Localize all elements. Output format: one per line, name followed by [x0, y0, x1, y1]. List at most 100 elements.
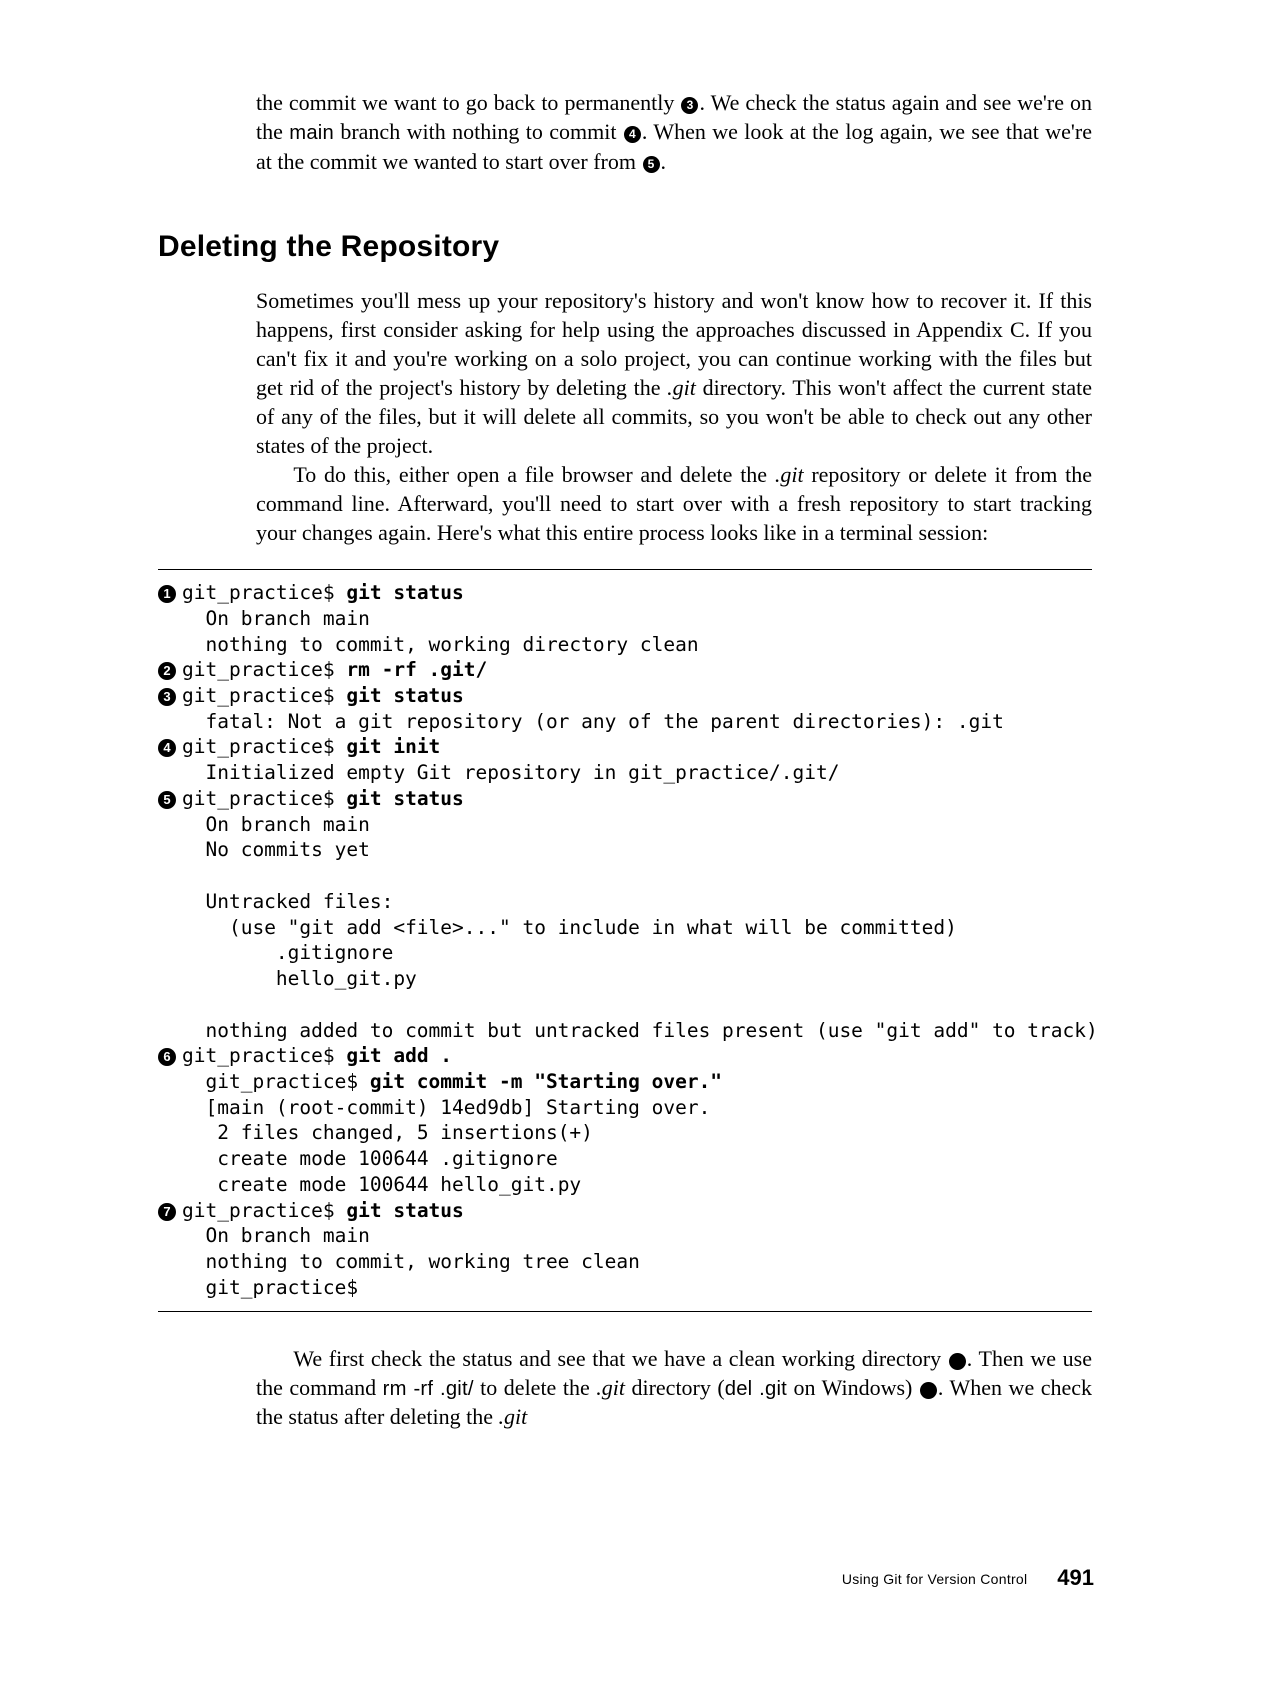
prompt-text: [182, 1250, 205, 1273]
command-text: git status: [346, 787, 463, 810]
para-2: To do this, either open a file browser a…: [256, 460, 1092, 547]
terminal-line: (use "git add <file>..." to include in w…: [158, 915, 1092, 941]
output-text: On branch main: [205, 813, 369, 836]
text: the commit we want to go back to permane…: [256, 90, 680, 115]
terminal-line: [158, 992, 1092, 1018]
terminal-line: 6git_practice$ git add .: [158, 1043, 1092, 1069]
output-text: .gitignore: [276, 941, 393, 964]
terminal-line: [158, 863, 1092, 889]
text: branch with nothing to commit: [334, 119, 623, 144]
outro-block: We first check the status and see that w…: [256, 1344, 1092, 1432]
output-text: nothing added to commit but untracked fi…: [205, 1019, 1097, 1042]
page-content: the commit we want to go back to permane…: [0, 0, 1280, 1431]
terminal-line: nothing added to commit but untracked fi…: [158, 1018, 1092, 1044]
marker-column: 6: [158, 1043, 182, 1069]
line-marker-icon: 5: [158, 791, 176, 809]
prompt-text: git_practice$: [182, 658, 346, 681]
prompt-text: git_practice$: [182, 1199, 346, 1222]
terminal-line: On branch main: [158, 1223, 1092, 1249]
prompt-text: [182, 1173, 217, 1196]
terminal-text: Untracked files:: [182, 889, 393, 915]
prompt-text: [182, 916, 229, 939]
command-text: rm -rf .git/: [346, 658, 487, 681]
prompt-text: [182, 967, 276, 990]
terminal-line: 2 files changed, 5 insertions(+): [158, 1120, 1092, 1146]
terminal-text: git_practice$: [182, 1275, 358, 1301]
marker-3-icon: 3: [681, 97, 698, 114]
terminal-line: No commits yet: [158, 837, 1092, 863]
section-heading: Deleting the Repository: [158, 230, 1092, 264]
prompt-text: git_practice$: [182, 581, 346, 604]
code-del: del .git: [725, 1378, 787, 1400]
command-text: git commit -m "Starting over.": [370, 1070, 722, 1093]
terminal-text: On branch main: [182, 606, 370, 632]
marker-4-icon: 4: [624, 126, 641, 143]
prompt-text: [182, 941, 276, 964]
terminal-text: git_practice$ git commit -m "Starting ov…: [182, 1069, 722, 1095]
output-text: Initialized empty Git repository in git_…: [205, 761, 839, 784]
prompt-text: [182, 993, 205, 1016]
marker-5-icon: 5: [643, 156, 660, 173]
terminal-line: 2 git_practice$ rm -rf .git/: [158, 657, 1092, 683]
text: directory (: [625, 1375, 725, 1400]
prompt-text: [182, 1121, 217, 1144]
output-text: create mode 100644 .gitignore: [217, 1147, 557, 1170]
terminal-line: nothing to commit, working directory cle…: [158, 632, 1092, 658]
command-text: git init: [346, 735, 440, 758]
terminal-line: fatal: Not a git repository (or any of t…: [158, 709, 1092, 735]
terminal-text: [182, 863, 205, 889]
line-marker-icon: 2: [158, 662, 176, 680]
terminal-text: git_practice$ git init: [182, 734, 440, 760]
terminal-line: On branch main: [158, 812, 1092, 838]
terminal-text: git_practice$ git status: [182, 1198, 464, 1224]
command-text: git add .: [346, 1044, 452, 1067]
terminal-line: nothing to commit, working tree clean: [158, 1249, 1092, 1275]
git-dir-italic: .git: [667, 375, 696, 400]
terminal-line: create mode 100644 hello_git.py: [158, 1172, 1092, 1198]
footer-chapter-title: Using Git for Version Control: [842, 1571, 1028, 1587]
line-marker-icon: 1: [158, 585, 176, 603]
prompt-text: [182, 890, 205, 913]
terminal-line: Initialized empty Git repository in git_…: [158, 760, 1092, 786]
text: to delete the: [474, 1375, 597, 1400]
prompt-text: [182, 813, 205, 836]
prompt-text: [182, 633, 205, 656]
terminal-line: 7git_practice$ git status: [158, 1198, 1092, 1224]
terminal-line: 5 git_practice$ git status: [158, 786, 1092, 812]
intro-paragraph: the commit we want to go back to permane…: [256, 88, 1092, 176]
terminal-line: git_practice$ git commit -m "Starting ov…: [158, 1069, 1092, 1095]
prompt-text: [182, 1147, 217, 1170]
marker-column: 2: [158, 657, 182, 683]
output-text: nothing to commit, working tree clean: [205, 1250, 639, 1273]
text: We first check the status and see that w…: [293, 1346, 947, 1371]
command-text: git status: [346, 581, 463, 604]
code-rm: rm -rf .git/: [383, 1378, 474, 1400]
terminal-text: create mode 100644 hello_git.py: [182, 1172, 581, 1198]
marker-1-icon: 1: [949, 1353, 966, 1370]
marker-column: 1: [158, 580, 182, 606]
output-text: nothing to commit, working directory cle…: [205, 633, 698, 656]
terminal-text: create mode 100644 .gitignore: [182, 1146, 558, 1172]
terminal-line: 1 git_practice$ git status: [158, 580, 1092, 606]
terminal-text: [182, 992, 205, 1018]
terminal-line: git_practice$: [158, 1275, 1092, 1301]
terminal-text: git_practice$ git add .: [182, 1043, 452, 1069]
git-dir-italic: .git: [499, 1404, 528, 1429]
git-dir-italic: .git: [596, 1375, 625, 1400]
terminal-line: .gitignore: [158, 940, 1092, 966]
line-marker-icon: 4: [158, 739, 176, 757]
terminal-text: .gitignore: [182, 940, 393, 966]
marker-2-icon: 2: [920, 1382, 937, 1399]
terminal-text: git_practice$ rm -rf .git/: [182, 657, 487, 683]
outro-paragraph: We first check the status and see that w…: [256, 1344, 1092, 1432]
prompt-text: [182, 1019, 205, 1042]
prompt-text: [182, 761, 205, 784]
prompt-text: [182, 1224, 205, 1247]
prompt-text: git_practice$: [182, 684, 346, 707]
git-dir-italic: .git: [775, 462, 804, 487]
terminal-text: git_practice$ git status: [182, 683, 464, 709]
terminal-line: On branch main: [158, 606, 1092, 632]
terminal-text: 2 files changed, 5 insertions(+): [182, 1120, 593, 1146]
prompt-text: git_practice$: [182, 1070, 370, 1093]
prompt-text: git_practice$: [182, 787, 346, 810]
